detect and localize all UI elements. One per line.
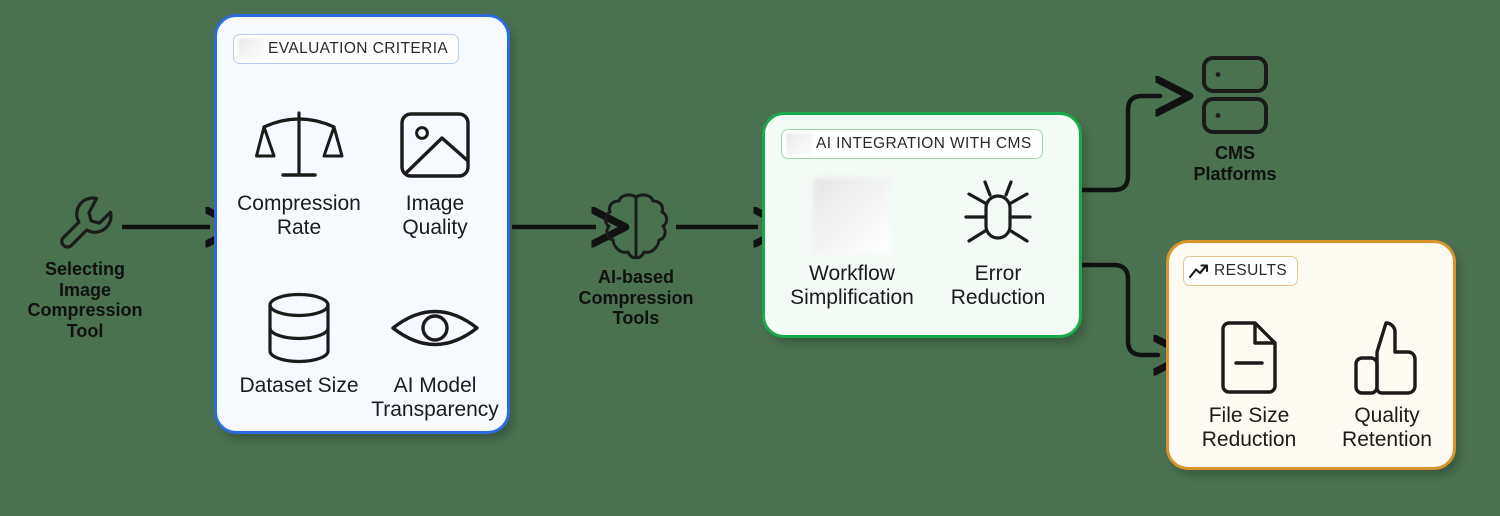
criteria-compression-rate-label: Compression Rate — [237, 192, 361, 239]
ai-compression-tools-label: AI-based Compression Tools — [578, 267, 694, 329]
result-file-size-reduction[interactable]: File Size Reduction — [1179, 319, 1319, 451]
diagram-canvas: Selecting Image Compression Tool EVALUAT… — [0, 0, 1500, 516]
eye-icon — [389, 289, 481, 367]
ai-compression-tools-node[interactable]: AI-based Compression Tools — [556, 192, 716, 329]
criteria-ai-model-transparency[interactable]: AI Model Transparency — [367, 289, 503, 421]
criteria-dataset-size-label: Dataset Size — [239, 374, 359, 397]
evaluation-criteria-chip[interactable]: EVALUATION CRITERIA — [233, 34, 460, 64]
results-chip-label: RESULTS — [1214, 262, 1288, 279]
start-node-label: Selecting Image Compression Tool — [27, 259, 143, 342]
trending-up-icon — [1188, 261, 1210, 281]
criteria-dataset-size[interactable]: Dataset Size — [231, 289, 367, 398]
cms-platforms-label: CMS Platforms — [1193, 143, 1277, 184]
results-panel[interactable]: RESULTS File Size Reduction Quality Rete… — [1166, 240, 1456, 470]
wire-cms-to-platforms — [1079, 96, 1160, 193]
thumbs-up-icon — [1351, 319, 1423, 397]
criteria-ai-model-transparency-label: AI Model Transparency — [371, 374, 499, 421]
blurred-placeholder-icon — [814, 177, 890, 255]
database-icon — [262, 289, 336, 367]
ai-integration-cms-chip-label: AI INTEGRATION WITH CMS — [816, 135, 1032, 152]
criteria-image-quality[interactable]: Image Quality — [367, 107, 503, 239]
balance-scale-icon — [255, 107, 344, 185]
cms-item-error-reduction-label: Error Reduction — [950, 262, 1046, 309]
result-file-size-reduction-label: File Size Reduction — [1201, 404, 1297, 451]
result-quality-retention-label: Quality Retention — [1342, 404, 1432, 451]
result-quality-retention[interactable]: Quality Retention — [1317, 319, 1457, 451]
evaluation-criteria-panel[interactable]: EVALUATION CRITERIA Compression Rate Ima… — [214, 14, 510, 434]
evaluation-criteria-chip-label: EVALUATION CRITERIA — [268, 40, 449, 57]
criteria-compression-rate[interactable]: Compression Rate — [231, 107, 367, 239]
ai-integration-cms-chip[interactable]: AI INTEGRATION WITH CMS — [781, 129, 1043, 159]
start-node[interactable]: Selecting Image Compression Tool — [20, 192, 150, 342]
server-stack-icon — [1195, 54, 1275, 138]
bug-icon — [963, 177, 1033, 255]
brain-icon — [599, 192, 673, 262]
wrench-icon — [54, 192, 116, 254]
criteria-image-quality-label: Image Quality — [402, 192, 468, 239]
image-icon — [398, 107, 472, 185]
results-chip[interactable]: RESULTS — [1183, 256, 1299, 286]
cms-item-error-reduction[interactable]: Error Reduction — [925, 177, 1071, 309]
ai-integration-cms-panel[interactable]: AI INTEGRATION WITH CMS Workflow Simplif… — [762, 112, 1082, 338]
file-minus-icon — [1217, 319, 1281, 397]
cms-item-workflow-simplification[interactable]: Workflow Simplification — [779, 177, 925, 309]
blurred-placeholder-icon — [238, 38, 264, 60]
wire-cms-to-results — [1079, 262, 1158, 355]
cms-item-workflow-simplification-label: Workflow Simplification — [790, 262, 914, 309]
cms-platforms-node[interactable]: CMS Platforms — [1160, 54, 1310, 184]
blurred-placeholder-icon — [786, 133, 812, 155]
